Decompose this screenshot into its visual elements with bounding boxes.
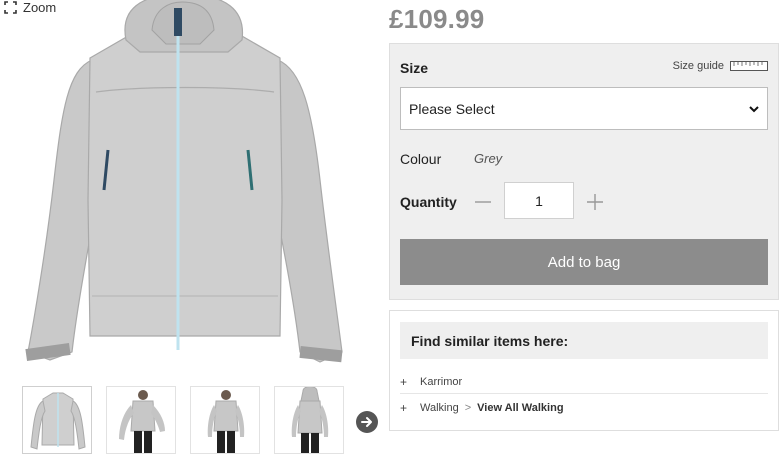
minus-icon [475, 201, 491, 203]
plus-icon: + [400, 401, 408, 415]
next-thumbnails-button[interactable] [356, 411, 378, 433]
colour-value: Grey [474, 151, 503, 166]
thumbnail-model-back[interactable] [274, 386, 344, 454]
size-label: Size [400, 60, 429, 76]
size-guide-link[interactable]: Size guide [673, 60, 768, 72]
similar-items-panel: Find similar items here: + Karrimor + Wa… [389, 310, 779, 431]
chevron-down-icon [749, 106, 759, 113]
arrow-right-icon [361, 417, 372, 427]
similar-items-heading: Find similar items here: [400, 322, 768, 359]
quantity-decrease-button[interactable] [472, 191, 494, 213]
quantity-increase-button[interactable] [584, 191, 606, 213]
add-to-bag-button[interactable]: Add to bag [400, 239, 768, 285]
plus-icon: + [400, 374, 408, 389]
plus-icon [587, 194, 603, 210]
main-product-image[interactable] [20, 0, 350, 372]
similar-link-walking[interactable]: Walking [420, 402, 459, 414]
similar-item-row: + Karrimor [400, 370, 768, 394]
expand-icon [4, 1, 17, 14]
quantity-input[interactable]: 1 [504, 182, 574, 219]
thumbnail-model-side[interactable] [106, 386, 176, 454]
colour-label: Colour [400, 151, 442, 167]
thumbnail-model-front[interactable] [190, 386, 260, 454]
similar-link-view-all-walking[interactable]: View All Walking [477, 402, 563, 414]
thumbnail-jacket-front[interactable] [22, 386, 92, 454]
product-options-panel: Size Size guide Please Select Colour Gre… [389, 43, 779, 300]
size-select[interactable]: Please Select [400, 87, 768, 130]
size-select-value: Please Select [409, 100, 495, 117]
thumbnail-strip [22, 386, 344, 454]
size-guide-label: Size guide [672, 60, 724, 72]
similar-item-row: + Walking > View All Walking [400, 396, 768, 420]
breadcrumb-separator: > [464, 402, 472, 414]
similar-link-karrimor[interactable]: Karrimor [420, 376, 462, 388]
ruler-icon [730, 61, 768, 71]
quantity-label: Quantity [400, 194, 457, 210]
product-price: £109.99 [389, 4, 485, 34]
